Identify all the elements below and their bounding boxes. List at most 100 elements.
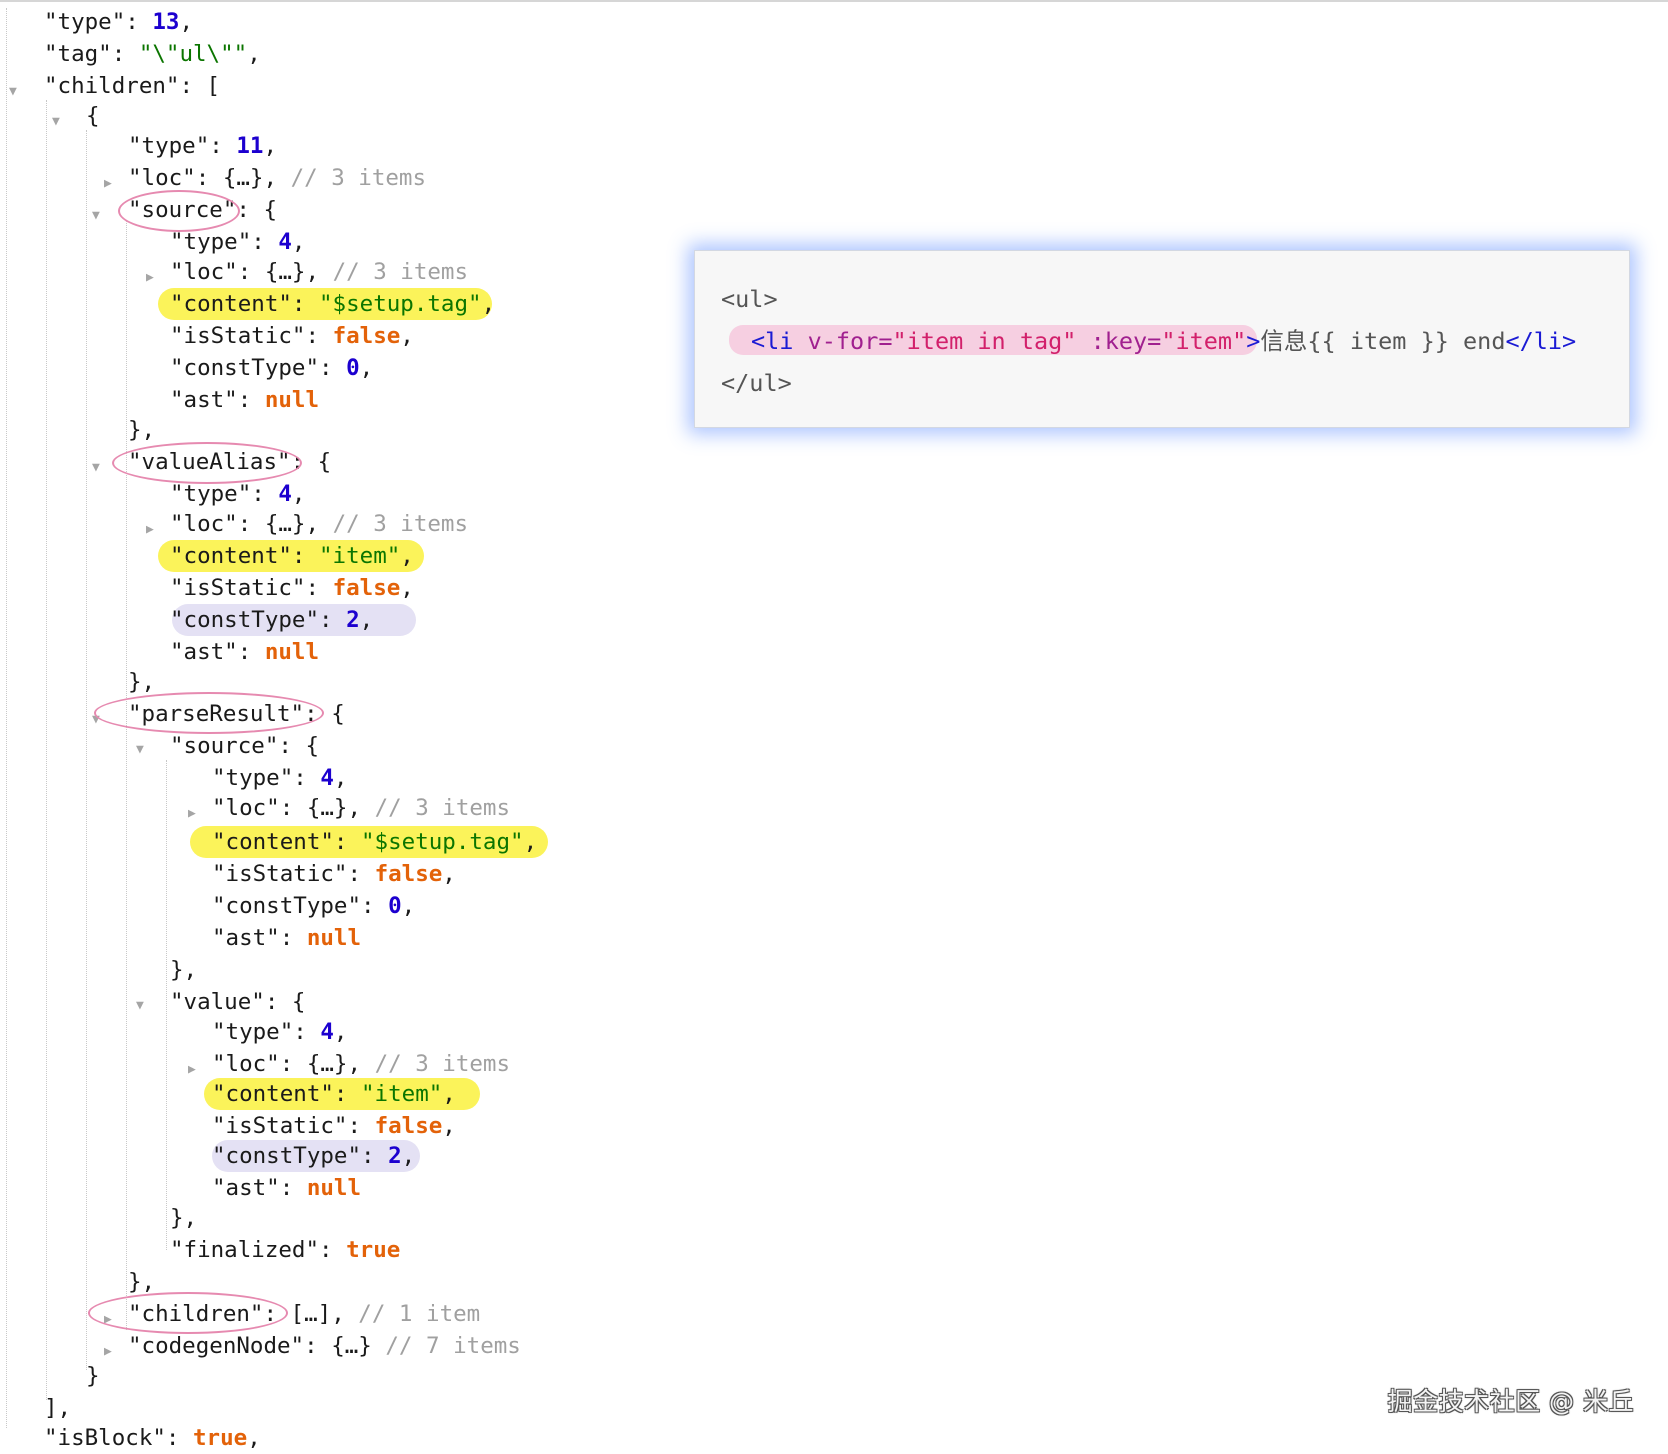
valuealias-loc-summary: // 3 items bbox=[332, 511, 469, 537]
parse-source-content-value: "$setup.tag" bbox=[361, 829, 524, 855]
collapse-toggle-icon[interactable]: ▼ bbox=[136, 742, 144, 758]
indent-guide bbox=[46, 100, 47, 1400]
json-line-parse-value-type: "type": 4, bbox=[212, 1019, 348, 1045]
parse-value-loc-summary: // 3 items bbox=[374, 1051, 511, 1077]
parse-value-ast-value: null bbox=[306, 1175, 362, 1201]
indent-guide bbox=[86, 130, 87, 1370]
vfor-value: "item in tag" bbox=[892, 327, 1077, 355]
json-line-object-close: } bbox=[86, 1363, 100, 1389]
annotation-circle-children bbox=[88, 1292, 288, 1334]
json-line-array-close: ], bbox=[44, 1395, 72, 1421]
json-line-valuealias-content: "content": "item", bbox=[170, 543, 414, 569]
annotation-circle-parseresult bbox=[94, 692, 324, 734]
expand-toggle-icon[interactable]: ▶ bbox=[188, 806, 196, 822]
indent-guide bbox=[6, 8, 7, 1428]
template-code-card: <ul> <li v-for="item in tag" :key="item"… bbox=[694, 250, 1630, 428]
collapse-toggle-icon[interactable]: ▼ bbox=[136, 998, 144, 1014]
parse-value-consttype-value: 2 bbox=[388, 1143, 402, 1169]
codegennode-summary: // 7 items bbox=[385, 1333, 521, 1359]
source-loc-summary: // 3 items bbox=[332, 259, 469, 285]
code-line-ul-open: <ul> bbox=[721, 285, 778, 313]
json-line-valuealias-isstatic: "isStatic": false, bbox=[170, 575, 414, 601]
expand-toggle-icon[interactable]: ▶ bbox=[104, 176, 112, 192]
li-open-tag: <li bbox=[751, 327, 794, 355]
parse-source-loc-summary: // 3 items bbox=[374, 795, 511, 821]
source-isstatic-value: false bbox=[332, 323, 401, 349]
tag-value: "\"ul\"" bbox=[138, 41, 248, 67]
source-consttype-value: 0 bbox=[346, 355, 360, 381]
vfor-attr: v-for= bbox=[807, 327, 893, 355]
children-key: "children" bbox=[44, 73, 180, 99]
valuealias-isstatic-value: false bbox=[332, 575, 401, 601]
json-line-parse-source-isstatic: "isStatic": false, bbox=[212, 861, 456, 887]
isblock-value: true bbox=[193, 1425, 248, 1451]
json-line-parse-value-ast: "ast": null bbox=[212, 1175, 362, 1201]
expand-toggle-icon[interactable]: ▶ bbox=[146, 270, 154, 286]
expand-toggle-icon[interactable]: ▶ bbox=[188, 1062, 196, 1078]
json-line-parse-value-content: "content": "item", bbox=[212, 1081, 456, 1107]
json-line-valuealias-ast: "ast": null bbox=[170, 639, 320, 665]
valuealias-consttype-value: 2 bbox=[346, 607, 360, 633]
json-line-source-close: }, bbox=[128, 417, 156, 443]
json-line-source-ast: "ast": null bbox=[170, 387, 320, 413]
json-line-parse-value-consttype: "constType": 2, bbox=[212, 1143, 416, 1169]
json-line-type: "type": 13, bbox=[44, 9, 194, 35]
annotation-circle-valuealias bbox=[112, 442, 302, 484]
type-value: 13 bbox=[152, 9, 180, 35]
valuealias-type-value: 4 bbox=[278, 481, 292, 507]
parse-source-ast-value: null bbox=[306, 925, 362, 951]
source-ast-value: null bbox=[264, 387, 320, 413]
json-line-object-open: { bbox=[86, 103, 100, 129]
json-line-parse-source-ast: "ast": null bbox=[212, 925, 362, 951]
children-summary: // 1 item bbox=[358, 1301, 481, 1327]
indent-guide bbox=[166, 760, 167, 1250]
key-attr: :key= bbox=[1090, 327, 1162, 355]
json-line-parse-value-isstatic: "isStatic": false, bbox=[212, 1113, 456, 1139]
json-line-isblock: "isBlock": true, bbox=[44, 1425, 261, 1451]
key-value: "item" bbox=[1161, 327, 1247, 355]
watermark: 掘金技术社区 @ 米丘 bbox=[1387, 1387, 1634, 1416]
parse-source-type-value: 4 bbox=[320, 765, 334, 791]
expand-toggle-icon[interactable]: ▶ bbox=[146, 522, 154, 538]
parse-source-consttype-value: 0 bbox=[388, 893, 402, 919]
json-line-valuealias-loc: "loc": {…}, // 3 items bbox=[170, 511, 469, 537]
item-type-value: 11 bbox=[236, 133, 264, 159]
json-line-parse-source-consttype: "constType": 0, bbox=[212, 893, 416, 919]
json-line-valuealias-consttype: "constType": 2, bbox=[170, 607, 374, 633]
annotation-circle-source bbox=[118, 190, 240, 232]
indent-guide bbox=[126, 220, 127, 1330]
json-line-parse-source-content: "content": "$setup.tag", bbox=[212, 829, 538, 855]
parse-value-content-value: "item" bbox=[361, 1081, 443, 1107]
collapse-toggle-icon[interactable]: ▼ bbox=[92, 208, 100, 224]
li-text-content: 信息{{ item }} end bbox=[1260, 327, 1506, 355]
finalized-value: true bbox=[346, 1237, 401, 1263]
json-line-parse-value-loc: "loc": {…}, // 3 items bbox=[212, 1051, 511, 1077]
source-type-value: 4 bbox=[278, 229, 292, 255]
json-line-source-isstatic: "isStatic": false, bbox=[170, 323, 414, 349]
json-line-children: "children": [ bbox=[44, 73, 221, 99]
valuealias-ast-value: null bbox=[264, 639, 320, 665]
json-line-finalized: "finalized": true bbox=[170, 1237, 401, 1263]
json-line-source-content: "content": "$setup.tag", bbox=[170, 291, 496, 317]
parse-value-type-value: 4 bbox=[320, 1019, 334, 1045]
li-close-bracket: > bbox=[1246, 327, 1261, 355]
top-border bbox=[0, 0, 1668, 2]
json-line-parse-source-loc: "loc": {…}, // 3 items bbox=[212, 795, 511, 821]
collapse-toggle-icon[interactable]: ▼ bbox=[92, 460, 100, 476]
parse-source-isstatic-value: false bbox=[374, 861, 443, 887]
li-close-tag: </li> bbox=[1505, 327, 1577, 355]
collapse-toggle-icon[interactable]: ▼ bbox=[9, 84, 17, 100]
code-line-li: <li v-for="item in tag" :key="item">信息{{… bbox=[751, 325, 1576, 357]
json-line-valuealias-close: }, bbox=[128, 669, 156, 695]
expand-toggle-icon[interactable]: ▶ bbox=[104, 1344, 112, 1360]
valuealias-content-value: "item" bbox=[319, 543, 401, 569]
source-content-value: "$setup.tag" bbox=[319, 291, 482, 317]
json-line-source-loc: "loc": {…}, // 3 items bbox=[170, 259, 469, 285]
json-line-source-consttype: "constType": 0, bbox=[170, 355, 374, 381]
json-line-parse-value-close: }, bbox=[170, 1205, 198, 1231]
collapse-toggle-icon[interactable]: ▼ bbox=[52, 114, 60, 130]
code-line-ul-close: </ul> bbox=[721, 369, 792, 397]
json-line-item-type: "type": 11, bbox=[128, 133, 278, 159]
json-line-tag: "tag": "\"ul\"", bbox=[44, 41, 261, 67]
loc-summary: // 3 items bbox=[290, 165, 427, 191]
